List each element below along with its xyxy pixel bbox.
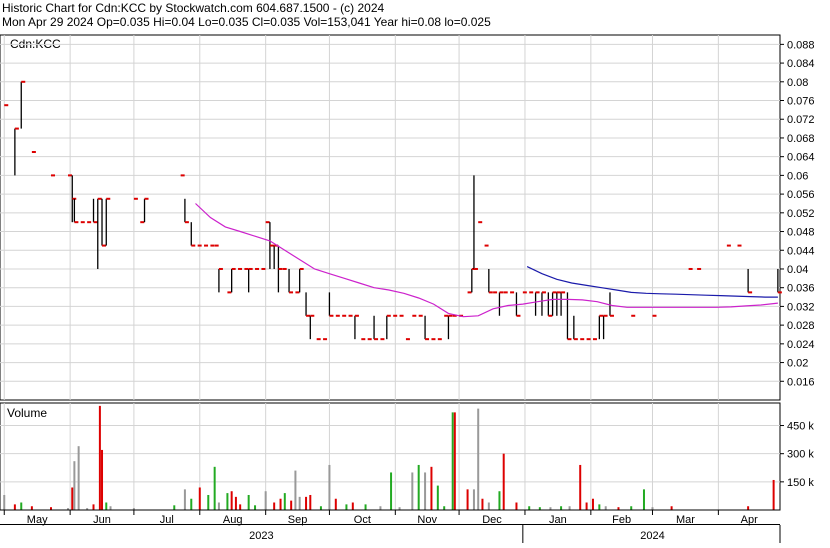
price-y-tick-label: 0.088 xyxy=(787,39,815,51)
month-label: Jan xyxy=(549,514,567,526)
price-y-tick-label: 0.076 xyxy=(787,96,815,108)
price-y-tick-label: 0.084 xyxy=(787,58,815,70)
price-y-tick-label: 0.028 xyxy=(787,320,815,332)
volume-label: Volume xyxy=(7,406,47,420)
price-y-tick-label: 0.024 xyxy=(787,339,815,351)
year-label: 2024 xyxy=(640,530,664,542)
stock-chart: Historic Chart for Cdn:KCC by Stockwatch… xyxy=(0,0,830,543)
month-label: Nov xyxy=(417,514,437,526)
price-y-tick-label: 0.036 xyxy=(787,283,815,295)
price-y-tick-label: 0.04 xyxy=(787,264,808,276)
chart-header-line2: Mon Apr 29 2024 Op=0.035 Hi=0.04 Lo=0.03… xyxy=(2,15,491,29)
price-y-tick-label: 0.052 xyxy=(787,208,815,220)
month-label: Feb xyxy=(612,514,631,526)
month-label: Sep xyxy=(288,514,308,526)
price-y-tick-label: 0.056 xyxy=(787,189,815,201)
price-y-tick-label: 0.06 xyxy=(787,170,808,182)
price-y-tick-label: 0.068 xyxy=(787,133,815,145)
price-y-tick-label: 0.064 xyxy=(787,152,815,164)
chart-header-line1: Historic Chart for Cdn:KCC by Stockwatch… xyxy=(2,1,384,15)
volume-y-tick-label: 300 k xyxy=(787,449,814,461)
price-y-tick-label: 0.072 xyxy=(787,114,815,126)
month-label: Aug xyxy=(223,514,243,526)
volume-y-tick-label: 150 k xyxy=(787,477,814,489)
month-label: Apr xyxy=(741,514,758,526)
month-label: Mar xyxy=(676,514,695,526)
month-label: Dec xyxy=(482,514,502,526)
year-label: 2023 xyxy=(249,530,273,542)
price-y-tick-label: 0.032 xyxy=(787,301,815,313)
volume-y-tick-label: 450 k xyxy=(787,421,814,433)
price-y-tick-label: 0.048 xyxy=(787,227,815,239)
chart-canvas: Historic Chart for Cdn:KCC by Stockwatch… xyxy=(0,0,830,543)
price-y-tick-label: 0.08 xyxy=(787,77,808,89)
price-y-tick-label: 0.016 xyxy=(787,376,815,388)
price-y-tick-label: 0.02 xyxy=(787,358,808,370)
month-label: May xyxy=(27,514,48,526)
month-label: Jun xyxy=(93,514,111,526)
month-label: Jul xyxy=(160,514,174,526)
month-label: Oct xyxy=(354,514,371,526)
price-y-tick-label: 0.044 xyxy=(787,245,815,257)
